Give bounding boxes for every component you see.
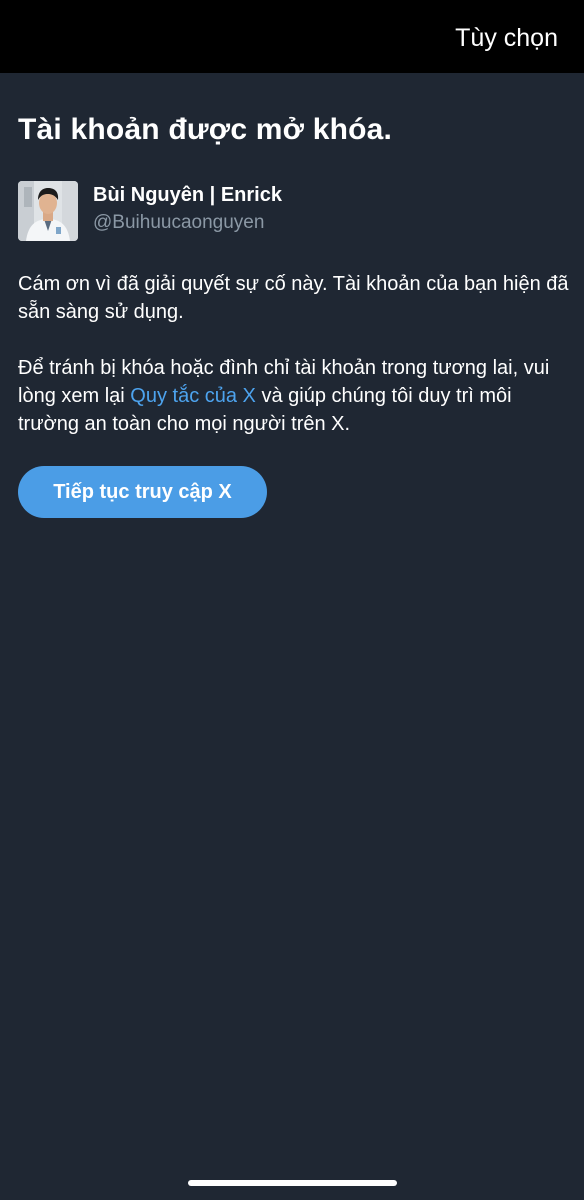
options-button[interactable]: Tùy chọn — [455, 24, 558, 53]
continue-button[interactable]: Tiếp tục truy cập X — [18, 466, 267, 518]
display-name: Bùi Nguyên | Enrick — [93, 184, 282, 206]
top-bar: Tùy chọn — [0, 0, 584, 73]
avatar-photo-icon — [18, 181, 78, 241]
user-handle: @Buihuucaonguyen — [93, 212, 265, 233]
page-title: Tài khoản được mở khóa. — [18, 113, 393, 146]
rules-link[interactable]: Quy tắc của X — [130, 385, 256, 407]
rules-message: Để tránh bị khóa hoặc đình chỉ tài khoản… — [18, 354, 570, 438]
avatar — [18, 181, 78, 241]
confirmation-message: Cám ơn vì đã giải quyết sự cố này. Tài k… — [18, 273, 569, 323]
home-indicator[interactable] — [188, 1180, 397, 1186]
